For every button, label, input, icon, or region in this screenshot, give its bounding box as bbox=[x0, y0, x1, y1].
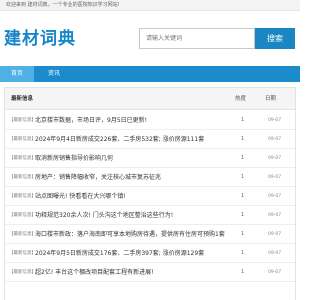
category-tag[interactable]: 【最新信息】 bbox=[9, 212, 36, 219]
article-link[interactable]: 2024年9月4日新房成交226套、二手房532套; 涨价房源111套 bbox=[35, 134, 225, 145]
post-date: 09-07 bbox=[268, 270, 282, 275]
nav-item-news[interactable]: 资讯 bbox=[34, 66, 74, 82]
heat-count: 1 bbox=[241, 174, 245, 180]
heat-count: 1 bbox=[241, 155, 245, 161]
list-item[interactable]: 【最新信息】 房地产：销售降幅收窄，关注核心城市复苏征兆 1 09-07 bbox=[5, 168, 295, 187]
category-tag[interactable]: 【最新信息】 bbox=[9, 155, 36, 162]
list-item[interactable]: 【最新信息】 超2亿! 丰台这个棚改项目配套工程有新进展! 1 09-07 bbox=[5, 263, 295, 282]
category-tag[interactable]: 【最新信息】 bbox=[9, 250, 36, 257]
main-nav: 首页 资讯 bbox=[0, 66, 300, 82]
heat-count: 1 bbox=[241, 212, 245, 218]
post-date: 09-07 bbox=[268, 118, 282, 123]
article-link[interactable]: 房地产：销售降幅收窄，关注核心城市复苏征兆 bbox=[35, 172, 225, 183]
heat-count: 1 bbox=[241, 269, 245, 275]
article-link[interactable]: 北京楼市数据，市场日评，9月5日已更新! bbox=[35, 115, 225, 126]
category-tag[interactable]: 【最新信息】 bbox=[9, 269, 36, 276]
article-link[interactable]: 海口楼市新政：落户海南即可享本地购房待遇，提供房有住房可预购1套 bbox=[35, 229, 225, 240]
heat-count: 1 bbox=[241, 231, 245, 237]
heat-count: 1 bbox=[241, 136, 245, 142]
list-item[interactable]: 【最新信息】 北京楼市数据，市场日评，9月5日已更新! 1 09-07 bbox=[5, 111, 295, 130]
search-button[interactable]: 搜索 bbox=[255, 28, 295, 49]
category-tag[interactable]: 【最新信息】 bbox=[9, 231, 36, 238]
search-input[interactable] bbox=[139, 28, 255, 49]
site-logo[interactable]: 建材词典 bbox=[4, 28, 76, 50]
list-item[interactable]: 【最新信息】 功释规范320余人次! 门头沟这个地区整治这些行为! 1 09-0… bbox=[5, 206, 295, 225]
post-date: 09-07 bbox=[268, 156, 282, 161]
post-date: 09-07 bbox=[268, 137, 282, 142]
post-date: 09-07 bbox=[268, 194, 282, 199]
list-item[interactable]: 【最新信息】 取消新房销售指导价影响几何 1 09-07 bbox=[5, 149, 295, 168]
nav-item-home[interactable]: 首页 bbox=[0, 66, 34, 82]
category-tag[interactable]: 【最新信息】 bbox=[9, 117, 36, 124]
list-item[interactable]: 【最新信息】 海口楼市新政：落户海南即可享本地购房待遇，提供房有住房可预购1套 … bbox=[5, 225, 295, 244]
article-link[interactable]: 2024年9月5日新房成交176套、二手房397套; 涨价房源129套 bbox=[35, 248, 225, 259]
category-tag[interactable]: 【最新信息】 bbox=[9, 174, 36, 181]
site-header: 建材词典 搜索 bbox=[0, 11, 300, 66]
list-item[interactable]: 【最新信息】 2024年9月5日新房成交176套、二手房397套; 涨价房源12… bbox=[5, 244, 295, 263]
article-link[interactable]: 站点图曝光! 快看看在大兴哪个镇! bbox=[35, 191, 225, 202]
list-item[interactable]: 【最新信息】 站点图曝光! 快看看在大兴哪个镇! 1 09-07 bbox=[5, 187, 295, 206]
post-date: 09-07 bbox=[268, 175, 282, 180]
column-header-date: 日期 bbox=[265, 96, 277, 102]
post-date: 09-07 bbox=[268, 251, 282, 256]
welcome-text: 欢迎来到 建材词典，一个专业的医院知识学习网站! bbox=[6, 2, 120, 8]
category-tag[interactable]: 【最新信息】 bbox=[9, 193, 36, 200]
post-date: 09-07 bbox=[268, 232, 282, 237]
panel-header: 最新信息 热度 日期 bbox=[5, 88, 295, 110]
article-link[interactable]: 功释规范320余人次! 门头沟这个地区整治这些行为! bbox=[35, 210, 225, 221]
heat-count: 1 bbox=[241, 117, 245, 123]
article-link[interactable]: 超2亿! 丰台这个棚改项目配套工程有新进展! bbox=[35, 267, 225, 278]
list-item[interactable]: 【最新信息】 2024年9月4日新房成交226套、二手房532套; 涨价房源11… bbox=[5, 130, 295, 149]
heat-count: 1 bbox=[241, 250, 245, 256]
column-header-heat: 热度 bbox=[235, 96, 247, 102]
panel-title: 最新信息 bbox=[11, 96, 34, 102]
heat-count: 1 bbox=[241, 193, 245, 199]
latest-info-panel: 最新信息 热度 日期 【最新信息】 北京楼市数据，市场日评，9月5日已更新! 1… bbox=[4, 87, 296, 300]
top-bar: 欢迎来到 建材词典，一个专业的医院知识学习网站! bbox=[0, 0, 300, 11]
category-tag[interactable]: 【最新信息】 bbox=[9, 136, 36, 143]
article-link[interactable]: 取消新房销售指导价影响几何 bbox=[35, 153, 225, 164]
post-date: 09-07 bbox=[268, 213, 282, 218]
